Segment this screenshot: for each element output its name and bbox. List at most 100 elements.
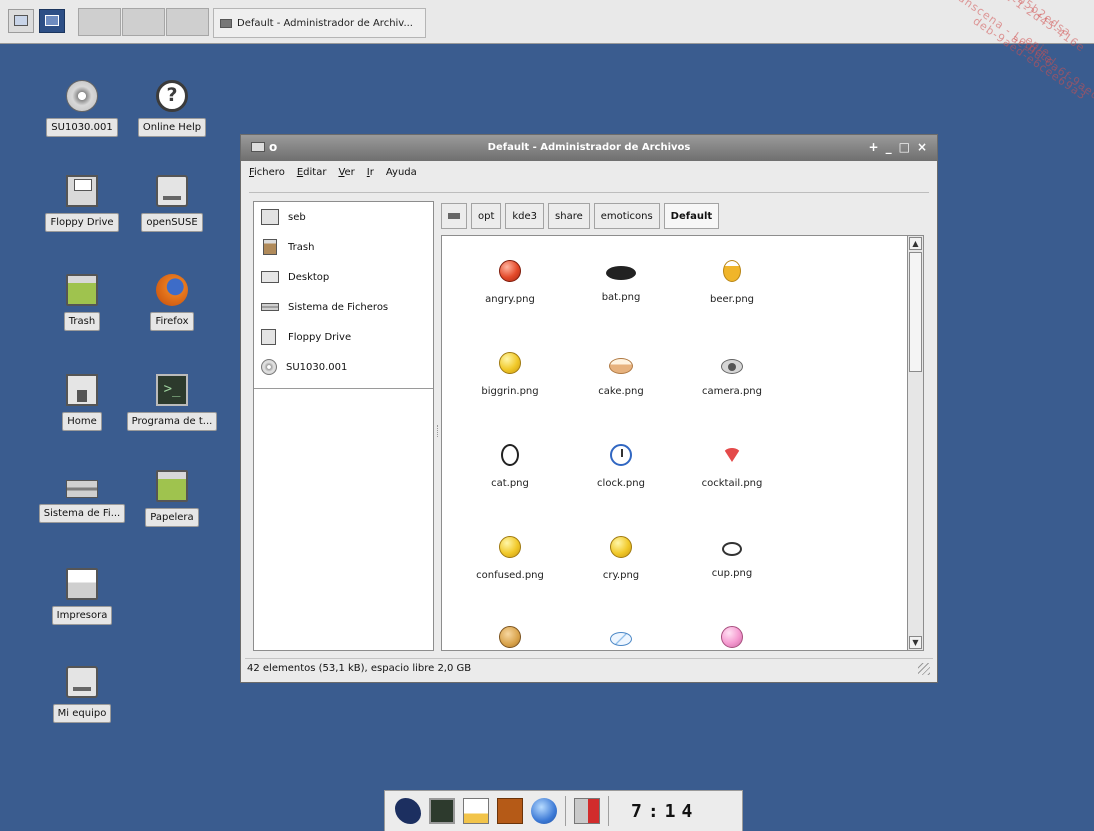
scroll-up-arrow-icon[interactable]: ▲ xyxy=(909,237,922,250)
desktop-icon-filesystem[interactable]: Sistema de Fi... xyxy=(34,470,130,523)
application-menu-icon[interactable] xyxy=(395,798,421,824)
desktop-icon-label: Mi equipo xyxy=(52,704,112,723)
show-desktop-button[interactable] xyxy=(8,9,34,33)
file-name: cocktail.png xyxy=(701,478,763,489)
close-button[interactable]: × xyxy=(917,140,927,154)
drive-icon xyxy=(156,175,188,207)
home-icon xyxy=(66,374,98,406)
file-name: cake.png xyxy=(598,386,644,397)
vertical-scrollbar[interactable]: ▲ ▼ xyxy=(907,235,924,651)
sidebar-item-trash[interactable]: Trash xyxy=(254,232,433,262)
file-item[interactable] xyxy=(460,626,560,650)
sidebar-item-seb[interactable]: seb xyxy=(254,202,433,232)
address-book-launcher-icon[interactable] xyxy=(497,798,523,824)
scroll-thumb[interactable] xyxy=(909,252,922,372)
desktop-icon-su1030[interactable]: SU1030.001 xyxy=(34,80,130,137)
scroll-down-arrow-icon[interactable]: ▼ xyxy=(909,636,922,649)
beer-icon xyxy=(723,260,741,282)
file-item[interactable]: clock.png xyxy=(571,444,671,489)
menu-fichero[interactable]: Fichero xyxy=(249,167,285,185)
sidebar-item-label: seb xyxy=(288,211,306,223)
sidebar-item-label: SU1030.001 xyxy=(286,361,348,373)
sidebar-item-su1030[interactable]: SU1030.001 xyxy=(254,352,433,382)
file-item[interactable]: cake.png xyxy=(571,352,671,397)
file-item[interactable]: cat.png xyxy=(460,444,560,489)
file-item[interactable]: cocktail.png xyxy=(682,444,782,489)
window-controls: + _ □ × xyxy=(869,140,927,154)
file-item[interactable]: angry.png xyxy=(460,260,560,305)
desktop-icon-floppy[interactable]: Floppy Drive xyxy=(34,175,130,232)
keep-above-button[interactable]: + xyxy=(869,140,879,154)
workspace-pager-2[interactable] xyxy=(122,8,165,36)
workspace-pager-1[interactable] xyxy=(78,8,121,36)
file-item[interactable]: camera.png xyxy=(682,352,782,397)
desktop-icon-online-help[interactable]: ? Online Help xyxy=(124,80,220,137)
window-titlebar[interactable]: o Default - Administrador de Archivos + … xyxy=(241,135,937,161)
desktop-icon-home[interactable]: Home xyxy=(34,374,130,431)
web-browser-launcher-icon[interactable] xyxy=(531,798,557,824)
menu-ir[interactable]: Ir xyxy=(367,167,374,185)
desktop-icon-printer[interactable]: Impresora xyxy=(34,568,130,625)
screen-icon xyxy=(45,15,59,26)
sidebar-item-label: Sistema de Ficheros xyxy=(288,301,389,313)
path-button-emoticons[interactable]: emoticons xyxy=(593,203,660,229)
file-item[interactable]: bat.png xyxy=(571,260,671,303)
file-item[interactable]: cry.png xyxy=(571,536,671,581)
desktop-icon xyxy=(261,271,279,283)
workspace-button[interactable] xyxy=(39,9,65,33)
desktop-icon-terminal[interactable]: >_ Programa de t... xyxy=(124,374,220,431)
desktop-icon xyxy=(14,15,28,26)
file-item[interactable] xyxy=(571,626,671,650)
desktop-icon-my-computer[interactable]: Mi equipo xyxy=(34,666,130,723)
file-item[interactable]: beer.png xyxy=(682,260,782,305)
path-button-share[interactable]: share xyxy=(548,203,590,229)
file-name: cry.png xyxy=(602,570,640,581)
biggrin-face-icon xyxy=(499,352,521,374)
panel-clock[interactable]: 7:14 xyxy=(631,801,698,822)
watermark-line: e2ce4a4b5b2edsa xyxy=(970,0,1074,40)
desktop-icon-label: Online Help xyxy=(137,118,207,137)
sidebar-separator xyxy=(254,388,433,389)
file-item[interactable] xyxy=(682,626,782,650)
menu-editar[interactable]: Editar xyxy=(297,167,327,185)
watermark: e2ce4a4b5b2edsa 0f2-1-2d45-416e ranscena… xyxy=(904,0,1094,150)
menu-ayuda[interactable]: Ayuda xyxy=(386,167,417,185)
file-manager-window: o Default - Administrador de Archivos + … xyxy=(240,134,938,683)
firefox-icon xyxy=(156,274,188,306)
desktop-icon-trash[interactable]: Trash xyxy=(34,274,130,331)
pane-splitter[interactable] xyxy=(437,425,440,437)
resize-grip-icon[interactable] xyxy=(918,663,930,675)
watermark-line: ranscena - Logiciel xyxy=(951,0,1059,69)
maximize-button[interactable]: □ xyxy=(899,140,910,154)
minimize-button[interactable]: _ xyxy=(886,140,892,154)
status-bar: 42 elementos (53,1 kB), espacio libre 2,… xyxy=(245,658,933,678)
file-name: beer.png xyxy=(709,294,755,305)
logout-icon[interactable] xyxy=(574,798,600,824)
desktop-icon-firefox[interactable]: Firefox xyxy=(124,274,220,331)
places-sidebar: seb Trash Desktop Sistema de Ficheros Fl… xyxy=(253,201,434,651)
printer-icon xyxy=(66,568,98,600)
menu-ver[interactable]: Ver xyxy=(338,167,354,185)
path-root-button[interactable] xyxy=(441,203,467,229)
file-item[interactable]: biggrin.png xyxy=(460,352,560,397)
sidebar-item-label: Desktop xyxy=(288,271,330,283)
home-folder-icon xyxy=(261,209,279,225)
clock-icon xyxy=(610,444,632,466)
terminal-launcher-icon[interactable] xyxy=(429,798,455,824)
file-item[interactable]: confused.png xyxy=(460,536,560,581)
sidebar-item-filesystem[interactable]: Sistema de Ficheros xyxy=(254,292,433,322)
desktop-icon-papelera[interactable]: Papelera xyxy=(124,470,220,527)
task-file-manager[interactable]: Default - Administrador de Archiv... xyxy=(213,8,426,38)
workspace-pager-3[interactable] xyxy=(166,8,209,36)
watermark-line: enie xyxy=(1022,33,1053,60)
file-name: confused.png xyxy=(476,570,544,581)
sidebar-item-floppy[interactable]: Floppy Drive xyxy=(254,322,433,352)
path-button-default[interactable]: Default xyxy=(663,203,720,229)
text-editor-launcher-icon[interactable] xyxy=(463,798,489,824)
file-item[interactable]: cup.png xyxy=(682,536,782,579)
sidebar-item-desktop[interactable]: Desktop xyxy=(254,262,433,292)
desktop-icon-opensuse[interactable]: openSUSE xyxy=(124,175,220,232)
path-button-opt[interactable]: opt xyxy=(471,203,502,229)
path-button-kde3[interactable]: kde3 xyxy=(505,203,545,229)
file-manager-icon xyxy=(220,18,232,28)
